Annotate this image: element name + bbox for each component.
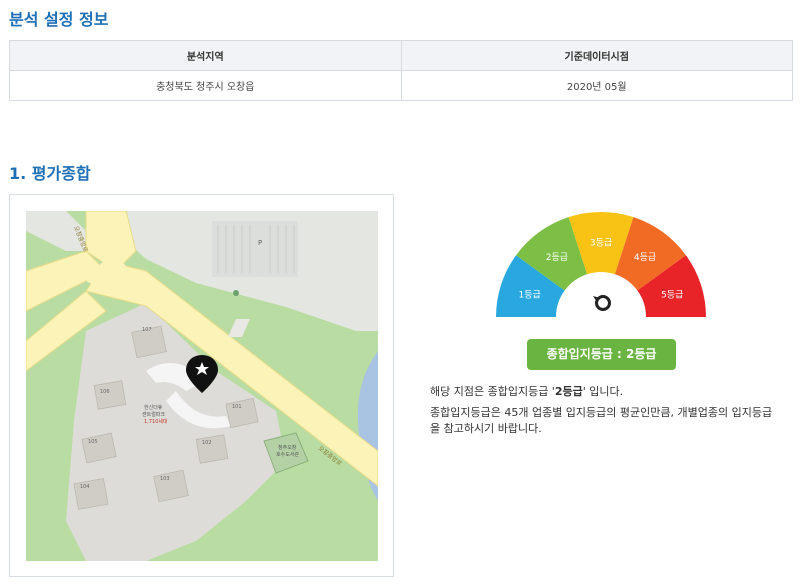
building-label-104: 104	[80, 484, 90, 490]
grade-sentence-suffix: ' 입니다.	[582, 385, 624, 398]
settings-table: 분석지역 기준데이터시점 충청북도 청주시 오창읍 2020년 05월	[9, 40, 793, 101]
gauge-label-1: 1등급	[519, 289, 541, 300]
grade-result-badge: 종합입지등급 : 2등급	[527, 339, 676, 370]
cell-region: 충청북도 청주시 오창읍	[9, 70, 402, 101]
section-title-settings: 분석 설정 정보	[9, 10, 109, 29]
building-label-103: 103	[160, 476, 170, 482]
location-map[interactable]: P 오창중앙로 오창중앙로 청주오창 호수도서관 107 106 105 104…	[26, 211, 378, 561]
building-label-102: 102	[202, 440, 212, 446]
building-label-105: 105	[88, 439, 98, 445]
gauge-label-5: 5등급	[661, 289, 683, 300]
gauge-label-3: 3등급	[590, 238, 612, 249]
gauge-label-2: 2등급	[546, 252, 568, 263]
parking-label: P	[258, 239, 262, 247]
section-title-evaluation: 1. 평가종합	[9, 164, 91, 183]
library-label-2: 호수도서관	[276, 451, 299, 458]
header-region: 분석지역	[9, 40, 402, 71]
grade-gauge: 1등급 2등급 3등급 4등급 5등급	[496, 212, 706, 317]
apartment-name-1: 한신더휴	[144, 404, 163, 411]
gauge-label-4: 4등급	[634, 252, 656, 263]
building-label-101: 101	[232, 404, 242, 410]
gauge-needle-icon	[593, 295, 611, 311]
grade-sentence-value: 2등급	[554, 385, 583, 398]
header-date: 기준데이터시점	[400, 40, 793, 71]
apartment-units: 1,710세대	[144, 418, 168, 425]
cell-date: 2020년 05월	[400, 70, 793, 101]
map-panel: P 오창중앙로 오창중앙로 청주오창 호수도서관 107 106 105 104…	[9, 194, 394, 577]
library-label-1: 청주오창	[278, 444, 297, 451]
grade-note: 종합입지등급은 45개 업종별 입지등급의 평균인만큼, 개별업종의 입지등급을…	[430, 406, 773, 435]
building-label-107: 107	[142, 327, 152, 333]
apartment-name-2: 센트럴파크	[142, 411, 165, 418]
grade-sentence-prefix: 해당 지점은 종합입지등급 '	[430, 385, 555, 398]
building-label-106: 106	[100, 389, 110, 395]
grade-sentence: 해당 지점은 종합입지등급 '2등급' 입니다.	[430, 383, 623, 399]
